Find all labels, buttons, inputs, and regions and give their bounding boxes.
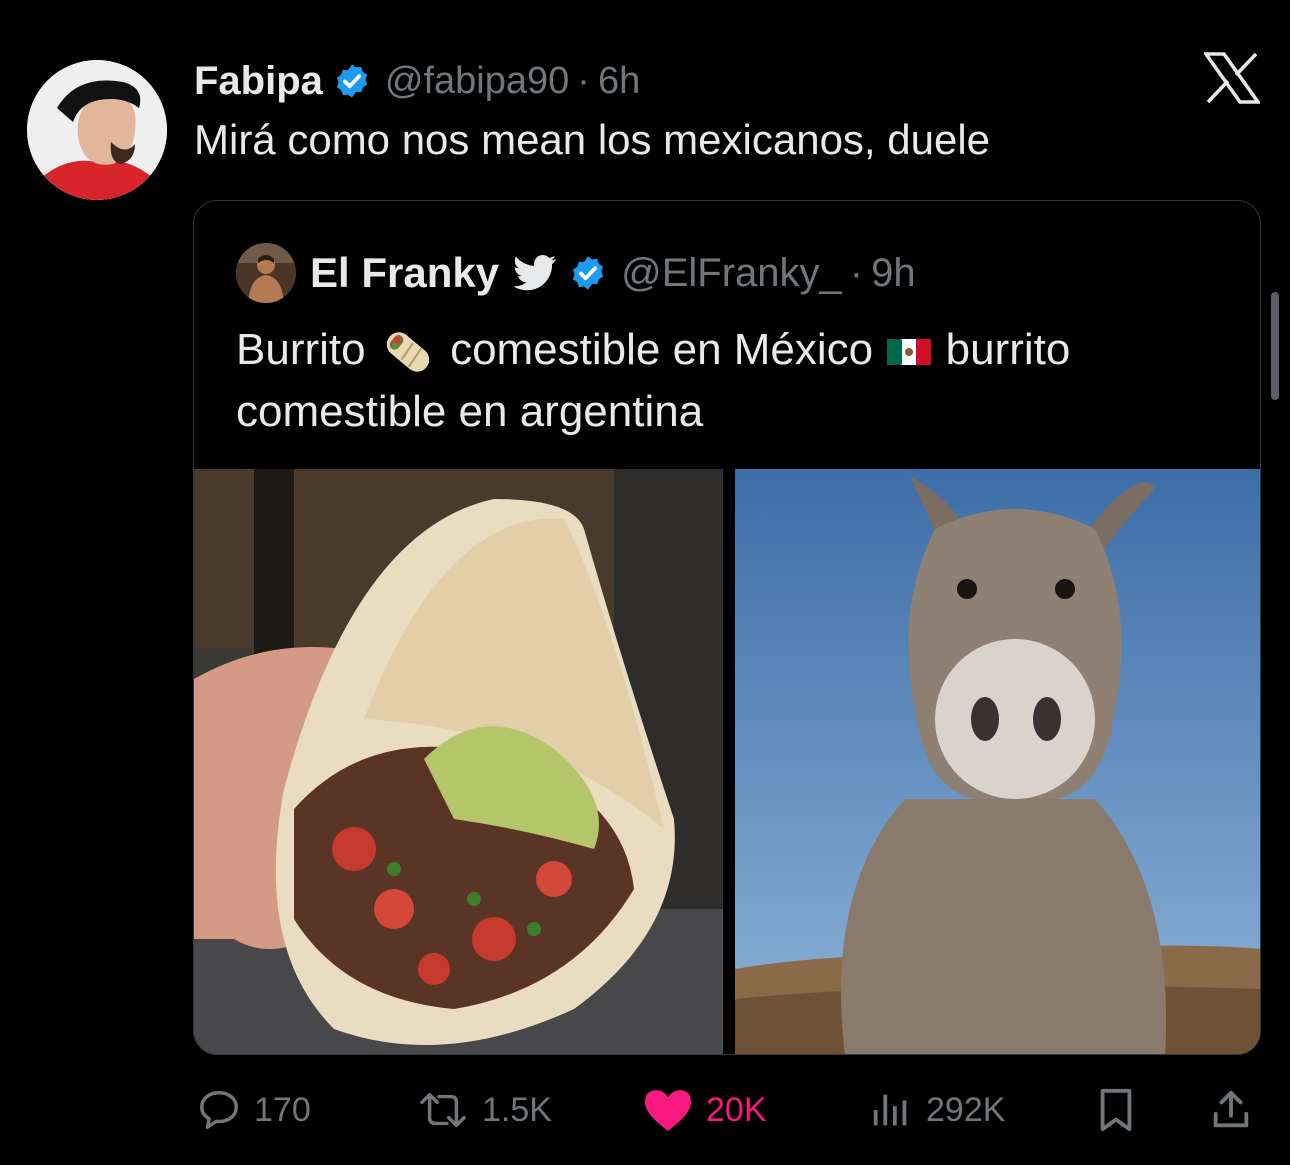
quoted-text-part1: Burrito bbox=[236, 325, 366, 374]
quoted-author-name[interactable]: El Franky bbox=[310, 249, 499, 297]
reply-icon bbox=[200, 1091, 238, 1129]
quoted-text-part2: comestible en México bbox=[450, 325, 874, 374]
quoted-media-grid bbox=[194, 469, 1261, 1055]
bookmark-button[interactable] bbox=[1094, 1080, 1138, 1140]
verified-badge-icon bbox=[573, 256, 604, 290]
bookmark-icon bbox=[1100, 1088, 1132, 1132]
reply-count: 170 bbox=[254, 1090, 311, 1129]
tweet-text: Mirá como nos mean los mexicanos, duele bbox=[194, 116, 991, 163]
separator-dot: · bbox=[849, 250, 864, 295]
repost-count: 1.5K bbox=[482, 1090, 552, 1129]
burrito-photo[interactable] bbox=[194, 469, 723, 1055]
separator-dot: · bbox=[577, 59, 590, 102]
scrollbar[interactable] bbox=[1271, 292, 1279, 400]
author-avatar[interactable] bbox=[27, 60, 167, 200]
views-button[interactable]: 292K bbox=[868, 1080, 1005, 1140]
donkey-photo[interactable] bbox=[735, 469, 1261, 1055]
quoted-tweet[interactable]: El Franky @ElFranky_ · 9h Burrito comest… bbox=[193, 200, 1261, 1055]
reply-button[interactable]: 170 bbox=[196, 1080, 311, 1140]
quoted-timestamp[interactable]: 9h bbox=[871, 251, 916, 296]
quoted-tweet-text: Burrito comestible en México burrito com… bbox=[236, 319, 1226, 443]
verified-badge-icon bbox=[336, 64, 367, 98]
x-logo-icon bbox=[1204, 52, 1260, 104]
views-chart-icon bbox=[873, 1094, 907, 1126]
share-icon bbox=[1213, 1090, 1249, 1128]
tweet-timestamp[interactable]: 6h bbox=[598, 60, 640, 103]
share-button[interactable] bbox=[1208, 1080, 1254, 1140]
repost-icon bbox=[420, 1092, 466, 1128]
mexico-flag-emoji-icon bbox=[887, 339, 932, 366]
heart-filled-icon bbox=[645, 1090, 691, 1131]
tweet-actions: 170 1.5K 20K 292K bbox=[0, 1080, 1290, 1140]
quoted-author-handle[interactable]: @ElFranky_ bbox=[621, 251, 842, 296]
like-button[interactable]: 20K bbox=[642, 1080, 767, 1140]
repost-button[interactable]: 1.5K bbox=[416, 1080, 552, 1140]
twitter-bird-icon bbox=[513, 255, 557, 291]
quoted-author-avatar[interactable] bbox=[236, 243, 296, 303]
views-count: 292K bbox=[926, 1090, 1006, 1129]
author-name[interactable]: Fabipa bbox=[194, 59, 323, 104]
like-count: 20K bbox=[706, 1090, 767, 1129]
author-handle[interactable]: @fabipa90 bbox=[385, 60, 569, 103]
tweet-header: Fabipa @fabipa90 · 6h bbox=[194, 56, 640, 106]
burrito-emoji-icon bbox=[386, 332, 430, 373]
quoted-tweet-header: El Franky @ElFranky_ · 9h bbox=[236, 243, 916, 303]
